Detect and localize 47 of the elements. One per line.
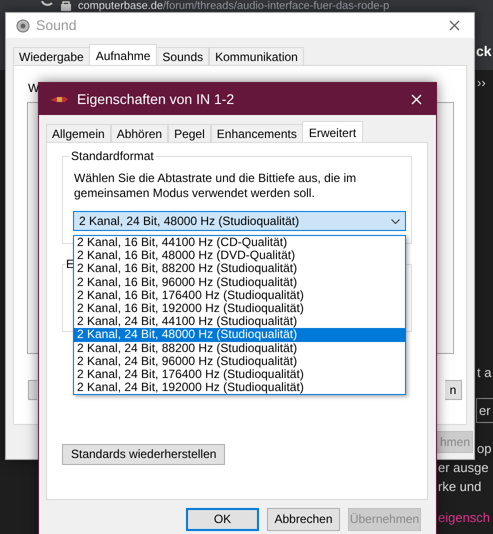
description-text: Wählen Sie die Abtastrate und die Bittiefe aus, die im gemeinsamen Modus verwendet werden soll. <box>74 171 358 201</box>
close-icon[interactable] <box>449 20 460 31</box>
dropdown-option[interactable]: 2 Kanal, 24 Bit, 44100 Hz (Studioqualität) <box>74 315 405 328</box>
tab[interactable]: Allgemein <box>46 124 111 142</box>
window-title: Eigenschaften von IN 1-2 <box>77 90 234 109</box>
dropdown-option[interactable]: 2 Kanal, 24 Bit, 96000 Hz (Studioqualität) <box>74 354 405 368</box>
button-edge <box>28 380 37 400</box>
tab[interactable]: Aufnahme <box>88 44 158 65</box>
tab[interactable]: Erweitert <box>302 121 364 142</box>
page-text: ›› <box>477 76 486 89</box>
chevron-icon <box>391 218 400 224</box>
group-title: Standardformat <box>69 149 156 163</box>
dropdown-option[interactable]: 2 Kanal, 16 Bit, 44100 Hz (CD-Qualität) <box>74 236 405 250</box>
page-text: op <box>477 442 492 455</box>
page-heading: ck <box>476 44 492 58</box>
url-text[interactable]: computerbase.de/forum/threads/audio-interface-fuer-das-rode-p <box>78 0 390 12</box>
speaker-icon <box>16 18 30 32</box>
page-text: t a <box>477 366 492 379</box>
properties-button[interactable]: n <box>445 380 462 400</box>
dropdown-option[interactable]: 2 Kanal, 16 Bit, 192000 Hz (Studioqualität) <box>74 302 405 316</box>
dropdown-option[interactable]: 2 Kanal, 24 Bit, 176400 Hz (Studioqualität) <box>74 368 405 382</box>
dropdown-option[interactable]: 2 Kanal, 16 Bit, 96000 Hz (Studioqualität) <box>74 276 405 289</box>
tab[interactable]: Sounds <box>156 47 210 65</box>
dropdown-option[interactable]: 2 Kanal, 24 Bit, 48000 Hz (Studioqualität) <box>74 328 405 342</box>
page-link[interactable]: eigensch <box>438 511 490 524</box>
format-dropdown[interactable]: 2 Kanal, 24 Bit, 48000 Hz (Studioqualität) <box>73 211 406 231</box>
dropdown-option[interactable]: 2 Kanal, 16 Bit, 48000 Hz (DVD-Qualität) <box>74 249 405 262</box>
dropdown-option[interactable]: 2 Kanal, 24 Bit, 192000 Hz (Studioqualität) <box>74 381 405 394</box>
tab[interactable]: Enhancements <box>210 124 303 142</box>
tab[interactable]: Kommunikation <box>209 47 304 65</box>
restore-defaults-button[interactable]: Standards wiederherstellen <box>62 444 226 465</box>
tab[interactable]: Pegel <box>168 124 211 142</box>
dropdown-option[interactable]: 2 Kanal, 16 Bit, 88200 Hz (Studioqualität) <box>74 262 405 276</box>
apply-button: hmen <box>437 431 473 453</box>
cancel-button[interactable]: Abbrechen <box>267 508 340 531</box>
window-title: Sound <box>36 16 76 35</box>
plug-icon <box>49 94 69 104</box>
dropdown-option[interactable]: 2 Kanal, 24 Bit, 88200 Hz (Studioqualität) <box>74 342 405 355</box>
tab[interactable]: Abhören <box>110 124 168 142</box>
page-text: rke und <box>438 480 482 493</box>
lock-icon <box>60 1 72 11</box>
ok-button[interactable]: OK <box>186 508 259 531</box>
tab[interactable]: Wiedergabe <box>13 47 90 65</box>
page-field[interactable]: er <box>476 398 493 423</box>
page-text: er ausge <box>438 461 489 474</box>
dropdown-option[interactable]: 2 Kanal, 16 Bit, 176400 Hz (Studioqualität) <box>74 288 405 302</box>
apply-button: Übernehmen <box>348 508 421 531</box>
